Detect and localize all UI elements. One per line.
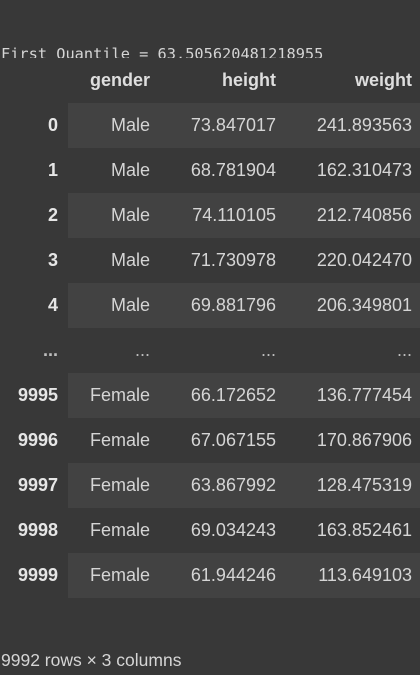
cell-gender: Female [89,430,150,450]
cell-weight: 241.893563 [316,115,412,135]
index-header [0,58,68,103]
table-row-ellipsis: ... ... ... ... [0,328,420,373]
cell-gender: Male [110,160,150,180]
cell-gender: ... [134,340,150,360]
table-row: 9997 Female 63.867992 128.475319 [0,463,420,508]
row-index: 4 [0,283,68,328]
table-row: 3 Male 71.730978 220.042470 [0,238,420,283]
row-index: 9998 [0,508,68,553]
table-row: 9995 Female 66.172652 136.777454 [0,373,420,418]
cell-height: 71.730978 [190,250,276,270]
cell-weight: 162.310473 [316,160,412,180]
row-index: 9997 [0,463,68,508]
table-row: 9999 Female 61.944246 113.649103 [0,553,420,598]
cell-height: 69.034243 [190,520,276,540]
table-shape-summary: 9992 rows × 3 columns [1,650,182,670]
cell-weight: 128.475319 [316,475,412,495]
table-row: 9996 Female 67.067155 170.867906 [0,418,420,463]
cell-height: 66.172652 [190,385,276,405]
column-header-height: height [158,58,284,103]
row-index: 1 [0,148,68,193]
cell-gender: Male [110,250,150,270]
cell-height: ... [260,340,276,360]
cell-gender: Male [110,205,150,225]
row-index: 2 [0,193,68,238]
table-row: 2 Male 74.110105 212.740856 [0,193,420,238]
cell-height: 61.944246 [190,565,276,585]
cell-height: 74.110105 [192,205,276,225]
cell-gender: Female [89,565,150,585]
column-header-gender: gender [68,58,158,103]
header-row: gender height weight [0,58,420,103]
cell-gender: Female [89,520,150,540]
row-index: 9999 [0,553,68,598]
cell-weight: 170.867906 [316,430,412,450]
cell-weight: 163.852461 [316,520,412,540]
cell-weight: 113.649103 [318,565,412,585]
cell-gender: Male [110,115,150,135]
cell-gender: Male [110,295,150,315]
table-header: gender height weight [0,58,420,103]
cell-gender: Female [89,475,150,495]
cell-weight: ... [396,340,412,360]
row-index: 0 [0,103,68,148]
row-index: 9996 [0,418,68,463]
cell-weight: 136.777454 [316,385,412,405]
cell-height: 68.781904 [190,160,276,180]
table-body: 0 Male 73.847017 241.893563 1 Male 68.78… [0,103,420,598]
cell-height: 73.847017 [190,115,276,135]
table-row: 1 Male 68.781904 162.310473 [0,148,420,193]
cell-gender: Female [89,385,150,405]
row-index: 3 [0,238,68,283]
cell-height: 63.867992 [190,475,276,495]
cell-weight: 212.740856 [316,205,412,225]
dataframe-table: gender height weight 0 Male 73.847017 24… [0,58,420,598]
table-row: 0 Male 73.847017 241.893563 [0,103,420,148]
cell-height: 69.881796 [190,295,276,315]
cell-weight: 220.042470 [316,250,412,270]
cell-height: 67.067155 [190,430,276,450]
cell-weight: 206.349801 [316,295,412,315]
row-index: 9995 [0,373,68,418]
table-row: 4 Male 69.881796 206.349801 [0,283,420,328]
table-row: 9998 Female 69.034243 163.852461 [0,508,420,553]
row-index: ... [0,328,68,373]
column-header-weight: weight [284,58,420,103]
